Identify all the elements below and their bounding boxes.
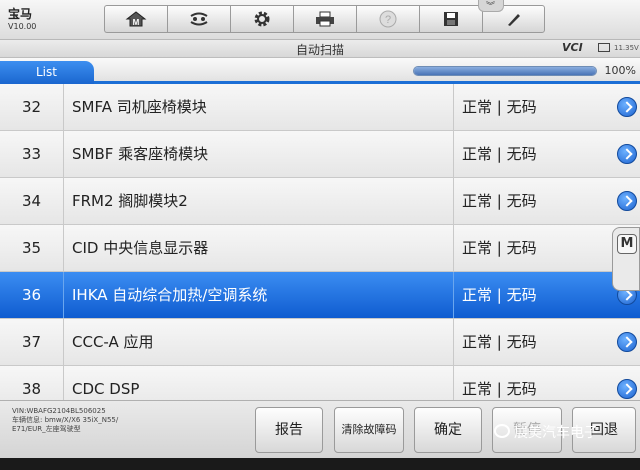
module-number: 36	[0, 272, 64, 318]
tab-bar: List 100%	[0, 58, 640, 84]
arrow-right-icon[interactable]	[617, 97, 637, 117]
list-item[interactable]: 33 SMBF 乘客座椅模块 正常 | 无码	[0, 131, 640, 178]
watermark-text: 展美汽车电子	[514, 425, 598, 441]
pen-icon	[507, 14, 520, 26]
home-button[interactable]: M	[104, 5, 167, 33]
module-status: 正常 | 无码	[462, 380, 537, 398]
module-status: 正常 | 无码	[462, 145, 537, 163]
svg-text:?: ?	[385, 14, 391, 26]
list-item[interactable]: 35 CID 中央信息显示器 正常 | 无码	[0, 225, 640, 272]
module-status: 正常 | 无码	[462, 333, 537, 351]
print-button[interactable]	[293, 5, 356, 33]
vehicle-make: 宝马	[8, 7, 33, 21]
module-number: 35	[0, 225, 64, 271]
ok-button[interactable]: 确定	[414, 407, 482, 453]
module-status: 正常 | 无码	[462, 98, 537, 116]
save-icon	[444, 12, 458, 26]
top-toolbar: 宝马 V10.00 M ? ︾	[0, 0, 640, 40]
tab-list[interactable]: List	[0, 61, 94, 84]
module-name: SMBF 乘客座椅模块	[64, 131, 454, 177]
list-item[interactable]: 38 CDC DSP 正常 | 无码	[0, 366, 640, 400]
module-status: 正常 | 无码	[462, 192, 537, 210]
module-list[interactable]: 32 SMFA 司机座椅模块 正常 | 无码 33 SMBF 乘客座椅模块 正常 | 无码…	[0, 84, 640, 400]
gear-icon	[254, 11, 270, 27]
wechat-icon	[494, 424, 510, 438]
module-number: 38	[0, 366, 64, 400]
list-item[interactable]: 37 CCC-A 应用 正常 | 无码	[0, 319, 640, 366]
clear-codes-button[interactable]: 清除故障码	[334, 407, 404, 453]
side-drawer-tab[interactable]: M	[612, 227, 640, 291]
arrow-right-icon[interactable]	[617, 144, 637, 164]
help-button[interactable]: ?	[356, 5, 419, 33]
vehicle-info-text: 车辆信息: bmw/X/X6 35iX_N55/ E71/EUR_左座驾驶型	[12, 416, 119, 434]
report-button[interactable]: 报告	[255, 407, 323, 453]
vehicle-info: VIN:WBAFG2104BL506025 车辆信息: bmw/X/X6 35i…	[12, 407, 152, 434]
printer-icon	[316, 11, 334, 27]
arrow-right-icon[interactable]	[617, 332, 637, 352]
pull-down-tab[interactable]: ︾	[478, 0, 504, 12]
battery-icon	[598, 43, 610, 52]
scan-progress-text: 100%	[604, 64, 636, 77]
m-icon: M	[617, 234, 637, 254]
svg-text:M: M	[133, 18, 140, 27]
vin-text: VIN:WBAFG2104BL506025	[12, 407, 106, 415]
vehicle-swap-icon	[190, 12, 208, 26]
android-nav-bar	[0, 458, 640, 470]
chevron-down-icon: ︾	[486, 2, 496, 12]
module-name: IHKA 自动综合加热/空调系统	[64, 272, 454, 318]
module-number: 37	[0, 319, 64, 365]
module-name: CID 中央信息显示器	[64, 225, 454, 271]
module-number: 32	[0, 84, 64, 130]
vehicle-brand: 宝马 V10.00	[8, 7, 37, 31]
save-button[interactable]	[419, 5, 482, 33]
scan-progress-fill	[414, 67, 596, 75]
page-title: 自动扫描	[295, 43, 344, 57]
arrow-right-icon[interactable]	[617, 379, 637, 399]
battery-voltage: 11.35V	[614, 44, 639, 52]
module-name: CDC DSP	[64, 366, 454, 400]
help-icon: ?	[379, 10, 397, 28]
list-item[interactable]: 32 SMFA 司机座椅模块 正常 | 无码	[0, 84, 640, 131]
list-item[interactable]: 34 FRM2 搁脚模块2 正常 | 无码	[0, 178, 640, 225]
module-number: 33	[0, 131, 64, 177]
module-number: 34	[0, 178, 64, 224]
scan-progress-bar	[413, 66, 597, 76]
settings-button[interactable]	[230, 5, 293, 33]
module-name: SMFA 司机座椅模块	[64, 84, 454, 130]
list-item[interactable]: 36 IHKA 自动综合加热/空调系统 正常 | 无码	[0, 272, 640, 319]
software-version: V10.00	[8, 21, 37, 31]
vehicle-swap-button[interactable]	[167, 5, 230, 33]
home-icon: M	[125, 11, 147, 27]
vci-indicator: VCI	[562, 41, 583, 54]
status-bar: 自动扫描 VCI 11.35V	[0, 40, 640, 58]
arrow-right-icon[interactable]	[617, 191, 637, 211]
module-name: CCC-A 应用	[64, 319, 454, 365]
module-name: FRM2 搁脚模块2	[64, 178, 454, 224]
